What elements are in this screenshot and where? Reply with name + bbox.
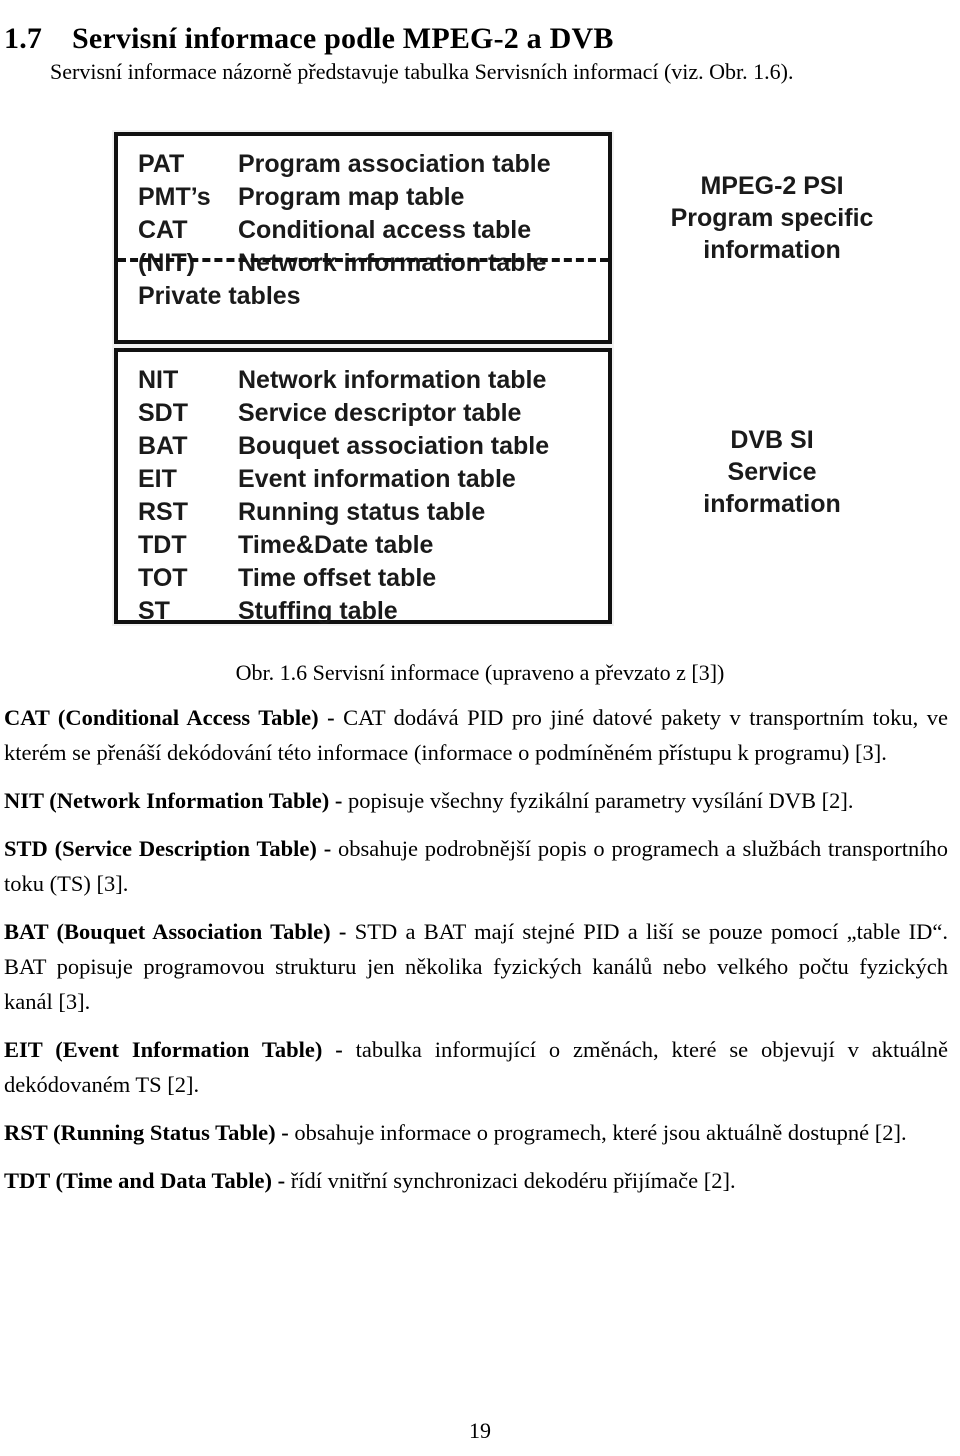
table-name: Event information table	[238, 465, 516, 493]
table-abbr: EIT	[138, 465, 177, 493]
table-row: TDT Time&Date table	[138, 529, 602, 562]
table-abbr: (NIT)	[138, 249, 195, 277]
table-abbr: ST	[138, 597, 170, 625]
paragraph-tdt: TDT (Time and Data Table) - řídí vnitřní…	[4, 1163, 948, 1198]
table-row: EIT Event information table	[138, 463, 602, 496]
table-abbr: TDT	[138, 531, 187, 559]
section-title-text: Servisní informace podle MPEG-2 a DVB	[72, 22, 614, 56]
table-name: Network information table	[238, 366, 547, 394]
table-name: Service descriptor table	[238, 399, 522, 427]
figure-label-line: information	[703, 490, 841, 518]
table-row: RST Running status table	[138, 496, 602, 529]
table-abbr: PAT	[138, 150, 185, 178]
page-title: 1.7 Servisní informace podle MPEG-2 a DVB	[4, 22, 904, 56]
paragraph-term: STD (Service Description Table) -	[4, 836, 339, 861]
paragraph-term: TDT (Time and Data Table) -	[4, 1168, 291, 1193]
table-name: Program association table	[238, 150, 551, 178]
table-abbr: SDT	[138, 399, 188, 427]
paragraph-term: BAT (Bouquet Association Table) -	[4, 919, 355, 944]
body-text: CAT (Conditional Access Table) - CAT dod…	[4, 700, 948, 1198]
table-abbr: NIT	[138, 366, 179, 394]
figure-label-dvb-si: DVB SI Service information	[622, 424, 922, 520]
table-name: Conditional access table	[238, 216, 532, 244]
table-row: PAT Program association table	[138, 148, 602, 181]
table-name: Bouquet association table	[238, 432, 550, 460]
table-abbr: Private tables	[138, 282, 301, 310]
table-row: (NIT) Network information table	[138, 247, 602, 280]
table-row: CAT Conditional access table	[138, 214, 602, 247]
figure-label-line: Service	[727, 458, 817, 486]
paragraph-term: EIT (Event Information Table) -	[4, 1037, 356, 1062]
table-name: Time&Date table	[238, 531, 434, 559]
table-row: ST Stuffing table	[138, 595, 602, 628]
paragraph-std: STD (Service Description Table) - obsahu…	[4, 831, 948, 901]
figure-box-dvb-si: NIT Network information table SDT Servic…	[114, 348, 612, 625]
table-row: SDT Service descriptor table	[138, 397, 602, 430]
intro-paragraph: Servisní informace názorně představuje t…	[50, 59, 794, 84]
paragraph-bat: BAT (Bouquet Association Table) - STD a …	[4, 914, 948, 1019]
figure-label-mpeg2-psi: MPEG-2 PSI Program specific information	[622, 170, 922, 266]
figure-label-line: information	[703, 236, 841, 264]
table-row: BAT Bouquet association table	[138, 430, 602, 463]
figure-label-line: DVB SI	[730, 426, 814, 454]
table-name: Program map table	[238, 183, 465, 211]
figure-top-rows: PAT Program association table PMT’s Prog…	[138, 148, 602, 313]
table-row: NIT Network information table	[138, 364, 602, 397]
figure-label-line: Program specific	[670, 204, 874, 232]
table-abbr: BAT	[138, 432, 188, 460]
table-abbr: PMT’s	[138, 183, 211, 211]
paragraph-term: RST (Running Status Table) -	[4, 1120, 295, 1145]
table-row: PMT’s Program map table	[138, 181, 602, 214]
paragraph-body: obsahuje informace o programech, které j…	[294, 1120, 907, 1145]
table-row: TOT Time offset table	[138, 562, 602, 595]
table-name: Time offset table	[238, 564, 437, 592]
psi-si-divider	[118, 258, 608, 262]
paragraph-term: CAT (Conditional Access Table) -	[4, 705, 344, 730]
table-abbr: CAT	[138, 216, 188, 244]
figure-label-line: MPEG-2 PSI	[700, 172, 844, 200]
figure-caption: Obr. 1.6 Servisní informace (upraveno a …	[235, 660, 725, 685]
paragraph-cat: CAT (Conditional Access Table) - CAT dod…	[4, 700, 948, 770]
table-name: Stuffing table	[238, 597, 398, 625]
paragraph-body: popisuje všechny fyzikální parametry vys…	[347, 788, 854, 813]
table-abbr: TOT	[138, 564, 188, 592]
paragraph-nit: NIT (Network Information Table) - popisu…	[4, 783, 948, 818]
section-number: 1.7	[4, 22, 43, 56]
page-number: 19	[469, 1418, 491, 1443]
table-name: Running status table	[238, 498, 486, 526]
figure-bottom-rows: NIT Network information table SDT Servic…	[138, 364, 602, 628]
table-row: Private tables	[138, 280, 602, 313]
table-name: Network information table	[238, 249, 547, 277]
paragraph-term: NIT (Network Information Table) -	[4, 788, 348, 813]
figure-box-mpeg2-psi: PAT Program association table PMT’s Prog…	[114, 132, 612, 344]
paragraph-rst: RST (Running Status Table) - obsahuje in…	[4, 1115, 948, 1150]
document-page: 1.7 Servisní informace podle MPEG-2 a DVB…	[0, 0, 960, 1456]
figure-service-information: PAT Program association table PMT’s Prog…	[0, 118, 960, 638]
paragraph-eit: EIT (Event Information Table) - tabulka …	[4, 1032, 948, 1102]
table-abbr: RST	[138, 498, 188, 526]
paragraph-body: řídí vnitřní synchronizaci dekodéru přij…	[290, 1168, 736, 1193]
